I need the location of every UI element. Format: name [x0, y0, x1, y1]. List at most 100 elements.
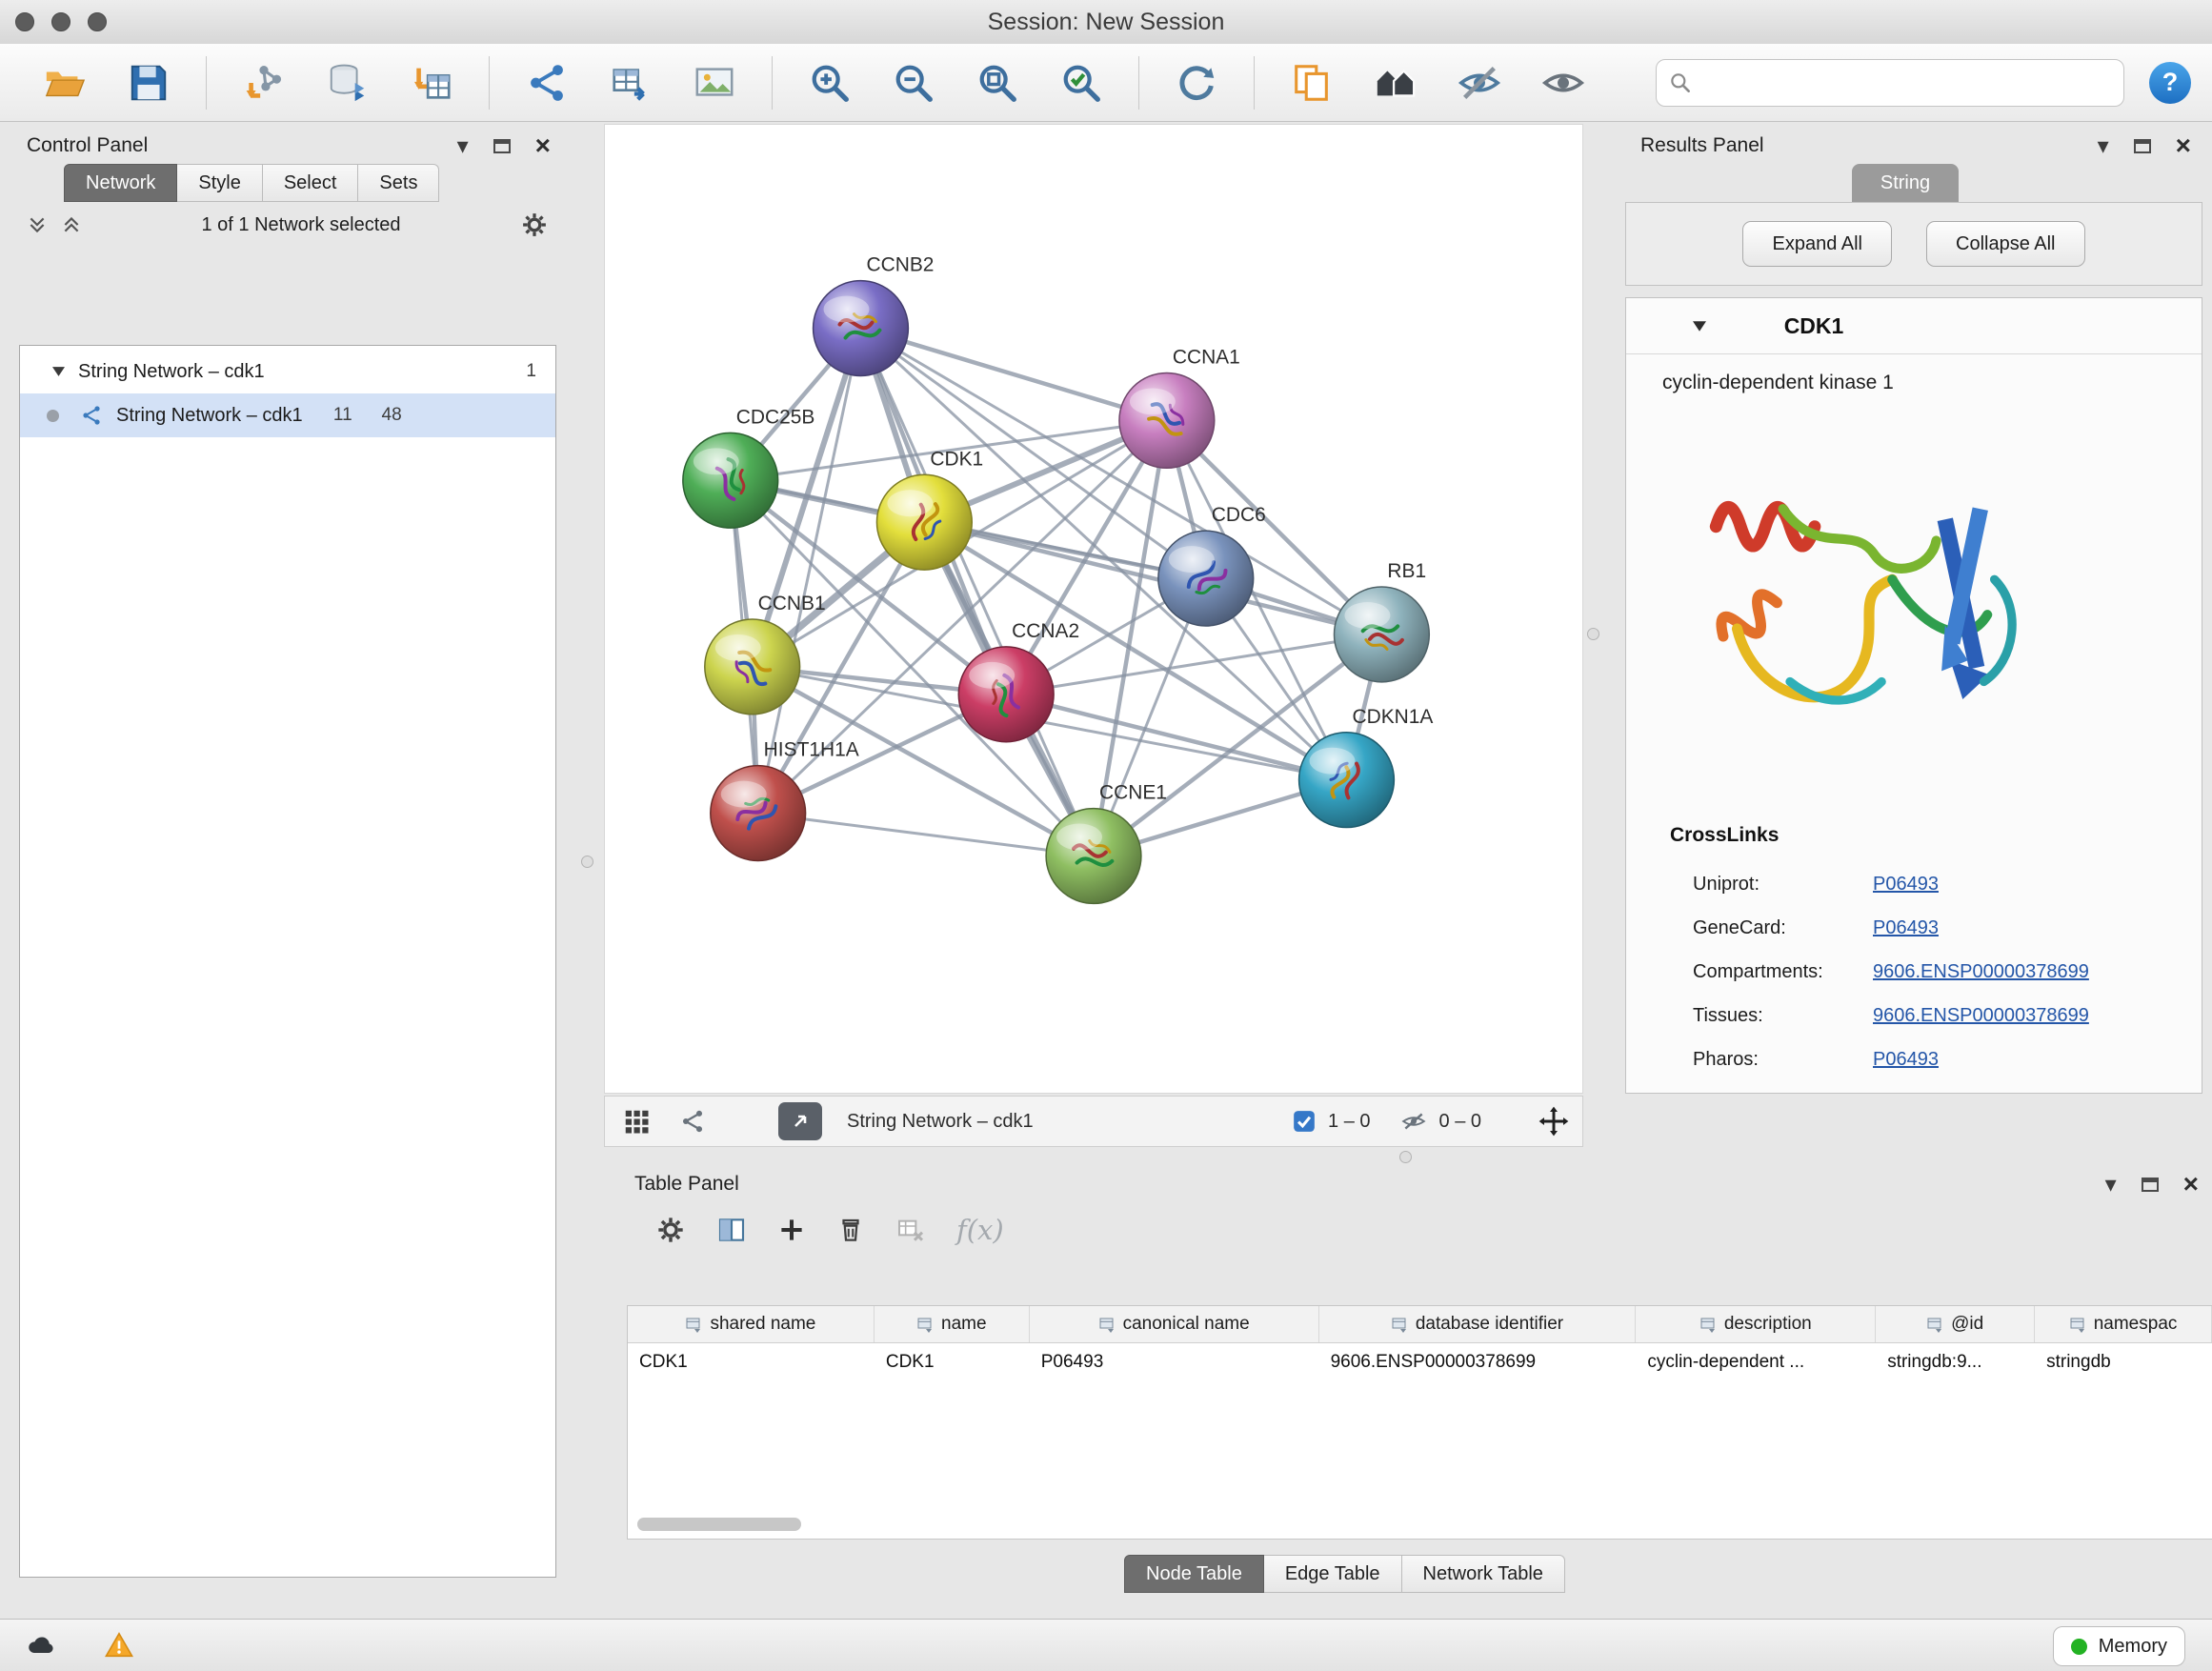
network-node-cdk1[interactable]: CDK1	[876, 448, 983, 570]
disclosure-triangle-icon[interactable]	[1693, 321, 1706, 332]
gear-icon[interactable]	[655, 1215, 686, 1245]
tab-edge-table[interactable]: Edge Table	[1264, 1555, 1402, 1593]
splitter-handle[interactable]	[1399, 1151, 1412, 1163]
table-row[interactable]: CDK1 CDK1 P06493 9606.ENSP00000378699 cy…	[628, 1343, 2212, 1381]
close-panel-icon[interactable]: ×	[535, 132, 551, 159]
column-header-id[interactable]: @id	[1876, 1306, 2035, 1342]
close-panel-icon[interactable]: ×	[2176, 132, 2191, 159]
refresh-button[interactable]	[1170, 56, 1223, 110]
save-session-button[interactable]	[122, 56, 175, 110]
column-header-database-identifier[interactable]: database identifier	[1319, 1306, 1637, 1342]
search-box[interactable]	[1656, 59, 2124, 107]
network-node-cdc25b[interactable]: CDC25B	[683, 406, 815, 528]
zoom-out-button[interactable]	[887, 56, 940, 110]
cloud-button[interactable]	[17, 1626, 65, 1664]
cell-shared-name[interactable]: CDK1	[628, 1343, 875, 1381]
show-graphics-details-button[interactable]	[1537, 56, 1590, 110]
new-network-from-selection-button[interactable]	[520, 56, 573, 110]
tab-style[interactable]: Style	[177, 164, 262, 202]
import-table-button[interactable]	[405, 56, 458, 110]
network-collection-row[interactable]: String Network – cdk1 1	[20, 350, 555, 393]
cell-namespace[interactable]: stringdb	[2035, 1343, 2212, 1381]
column-header-description[interactable]: description	[1636, 1306, 1876, 1342]
column-header-shared-name[interactable]: shared name	[628, 1306, 875, 1342]
crosslink-compartments-link[interactable]: 9606.ENSP00000378699	[1873, 961, 2089, 983]
copy-document-button[interactable]	[1285, 56, 1338, 110]
column-header-namespace[interactable]: namespac	[2035, 1306, 2212, 1342]
cell-description[interactable]: cyclin-dependent ...	[1636, 1343, 1876, 1381]
import-network-file-button[interactable]	[237, 56, 291, 110]
crosslink-uniprot-link[interactable]: P06493	[1873, 874, 1939, 896]
column-header-canonical-name[interactable]: canonical name	[1030, 1306, 1319, 1342]
database-icon	[326, 61, 370, 105]
birds-eye-view-icon[interactable]	[622, 1107, 651, 1136]
expand-all-button[interactable]: Expand All	[1742, 221, 1892, 267]
launch-network-window-button[interactable]	[778, 1102, 822, 1140]
collapse-all-tree-icon[interactable]	[61, 214, 82, 235]
zoom-in-button[interactable]	[803, 56, 856, 110]
export-table-button[interactable]	[604, 56, 657, 110]
memory-button[interactable]: Memory	[2053, 1626, 2185, 1666]
close-panel-icon[interactable]: ×	[2183, 1171, 2199, 1198]
delete-column-icon[interactable]	[836, 1216, 865, 1244]
tab-network[interactable]: Network	[64, 164, 177, 202]
cell-id[interactable]: stringdb:9...	[1876, 1343, 2035, 1381]
tab-select[interactable]: Select	[263, 164, 359, 202]
entry-header[interactable]: CDK1	[1626, 298, 2202, 354]
network-view[interactable]: CCNB2CCNA1CDC25BCDK1CDC6RB1CCNB1CCNA2CDK…	[604, 124, 1583, 1094]
float-panel-icon[interactable]	[2142, 1178, 2159, 1192]
tab-network-table[interactable]: Network Table	[1402, 1555, 1565, 1593]
search-input[interactable]	[1702, 70, 2112, 94]
network-node-ccnb2[interactable]: CCNB2	[814, 254, 935, 376]
tab-sets[interactable]: Sets	[358, 164, 439, 202]
cell-database-identifier[interactable]: 9606.ENSP00000378699	[1319, 1343, 1637, 1381]
network-edge[interactable]	[860, 329, 1094, 856]
selected-checkbox-icon[interactable]	[1292, 1109, 1317, 1134]
expand-all-tree-icon[interactable]	[27, 214, 48, 235]
collapse-panel-icon[interactable]: ▾	[2098, 134, 2109, 157]
network-node-rb1[interactable]: RB1	[1335, 560, 1430, 682]
collapse-all-button[interactable]: Collapse All	[1926, 221, 2085, 267]
results-tab-string[interactable]: String	[1852, 164, 1959, 202]
help-button[interactable]: ?	[2149, 62, 2191, 104]
hidden-eye-slash-icon[interactable]	[1399, 1109, 1428, 1134]
network-graph[interactable]: CCNB2CCNA1CDC25BCDK1CDC6RB1CCNB1CCNA2CDK…	[605, 125, 1582, 1093]
crosslink-tissues-link[interactable]: 9606.ENSP00000378699	[1873, 1005, 2089, 1027]
gear-icon[interactable]	[520, 211, 549, 239]
network-row-selected[interactable]: String Network – cdk1 11 48	[20, 393, 555, 437]
open-session-button[interactable]	[38, 56, 91, 110]
add-column-icon[interactable]	[777, 1216, 806, 1244]
disclosure-triangle-icon[interactable]	[52, 367, 65, 376]
column-header-name[interactable]: name	[875, 1306, 1030, 1342]
horizontal-scrollbar[interactable]	[637, 1518, 801, 1531]
window-minimize-button[interactable]	[51, 12, 70, 31]
network-node-cdc6[interactable]: CDC6	[1158, 504, 1266, 626]
gene-description: cyclin-dependent kinase 1	[1662, 372, 2202, 394]
show-columns-icon[interactable]	[716, 1215, 747, 1245]
splitter-handle[interactable]	[581, 856, 593, 868]
cell-name[interactable]: CDK1	[875, 1343, 1030, 1381]
collapse-panel-icon[interactable]: ▾	[457, 134, 469, 157]
hide-graphics-details-button[interactable]	[1453, 56, 1506, 110]
zoom-selected-button[interactable]	[1055, 56, 1108, 110]
float-panel-icon[interactable]	[493, 139, 511, 153]
import-network-database-button[interactable]	[321, 56, 374, 110]
window-zoom-button[interactable]	[88, 12, 107, 31]
crosslink-pharos-link[interactable]: P06493	[1873, 1049, 1939, 1071]
cell-canonical-name[interactable]: P06493	[1030, 1343, 1319, 1381]
crosslink-genecard-link[interactable]: P06493	[1873, 917, 1939, 939]
network-overview-icon[interactable]	[679, 1108, 706, 1135]
tab-node-table[interactable]: Node Table	[1124, 1555, 1264, 1593]
home-button[interactable]	[1369, 56, 1422, 110]
float-panel-icon[interactable]	[2134, 139, 2151, 153]
pan-mode-icon[interactable]	[1538, 1106, 1569, 1137]
zoom-fit-button[interactable]	[971, 56, 1024, 110]
export-image-button[interactable]	[688, 56, 741, 110]
collapse-panel-icon[interactable]: ▾	[2105, 1173, 2117, 1196]
warnings-button[interactable]	[95, 1626, 143, 1664]
window-close-button[interactable]	[15, 12, 34, 31]
splitter-handle[interactable]	[1587, 628, 1599, 640]
network-node-hist1h1a[interactable]: HIST1H1A	[711, 739, 859, 861]
network-node-ccna1[interactable]: CCNA1	[1119, 347, 1240, 469]
network-edge[interactable]	[758, 814, 1094, 856]
